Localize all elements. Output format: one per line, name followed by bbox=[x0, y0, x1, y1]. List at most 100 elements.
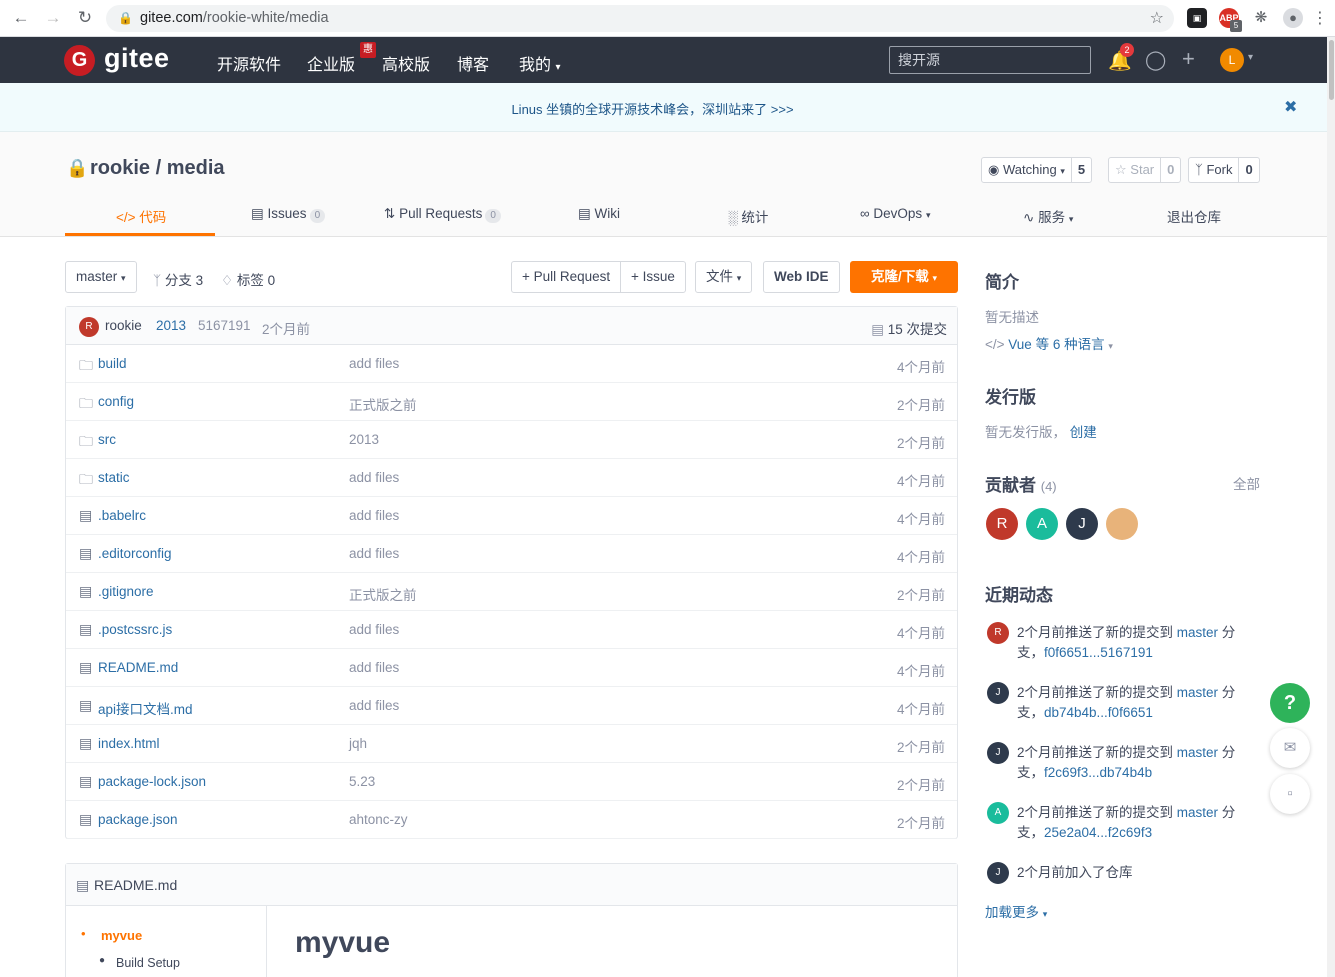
file-row[interactable]: 🗀 build add files 4个月前 bbox=[66, 345, 957, 383]
browser-menu-icon[interactable]: ⋮ bbox=[1312, 8, 1328, 28]
activity-commit-link[interactable]: 25e2a04...f2c69f3 bbox=[1044, 825, 1152, 840]
file-row[interactable]: ▤ .postcssrc.js add files 4个月前 bbox=[66, 611, 957, 649]
all-contributors-link[interactable]: 全部 bbox=[1233, 473, 1260, 493]
file-commit-message[interactable]: 5.23 bbox=[349, 774, 375, 789]
file-commit-message[interactable]: add files bbox=[349, 546, 399, 561]
file-commit-message[interactable]: add files bbox=[349, 698, 399, 713]
file-commit-message[interactable]: ahtonc-zy bbox=[349, 812, 408, 827]
new-pull-request-button[interactable]: + Pull Request bbox=[511, 261, 622, 293]
file-row[interactable]: 🗀 static add files 4个月前 bbox=[66, 459, 957, 497]
tab-issues[interactable]: ▤ Issues 0 bbox=[251, 206, 326, 223]
file-commit-message[interactable]: 正式版之前 bbox=[349, 584, 417, 604]
puzzle-extensions-icon[interactable]: ❋ bbox=[1251, 8, 1271, 28]
gitee-logo-icon[interactable]: G bbox=[64, 45, 95, 76]
file-commit-message[interactable]: add files bbox=[349, 470, 399, 485]
file-name[interactable]: .babelrc bbox=[98, 508, 146, 523]
bookmark-star-icon[interactable]: ☆ bbox=[1150, 8, 1164, 28]
create-release-link[interactable]: 创建 bbox=[1070, 425, 1097, 440]
watching-button[interactable]: ◉ Watching ▾ 5 bbox=[981, 157, 1093, 183]
help-button[interactable]: ? bbox=[1270, 683, 1310, 723]
commit-author-avatar[interactable]: R bbox=[79, 317, 99, 337]
file-name[interactable]: api接口文档.md bbox=[98, 698, 193, 718]
file-name[interactable]: README.md bbox=[98, 660, 178, 675]
activity-branch-link[interactable]: master bbox=[1177, 625, 1218, 640]
close-icon[interactable]: ✖ bbox=[1284, 97, 1297, 117]
tab-services[interactable]: ∿ 服务 ▾ bbox=[1023, 206, 1073, 226]
avatar-caret-icon[interactable]: ▾ bbox=[1248, 52, 1253, 63]
activity-avatar[interactable]: J bbox=[987, 682, 1009, 704]
plus-icon[interactable]: + bbox=[1182, 46, 1195, 72]
search-input[interactable]: 搜开源 bbox=[889, 46, 1091, 74]
scrollbar-thumb[interactable] bbox=[1329, 40, 1334, 100]
star-button[interactable]: ☆ Star 0 bbox=[1108, 157, 1182, 183]
file-row[interactable]: ▤ README.md add files 4个月前 bbox=[66, 649, 957, 687]
tags-link[interactable]: ♢ 标签 0 bbox=[221, 269, 275, 289]
file-name[interactable]: build bbox=[98, 356, 127, 371]
file-commit-message[interactable]: add files bbox=[349, 508, 399, 523]
nav-opensource[interactable]: 开源软件 bbox=[217, 51, 281, 75]
tab-devops[interactable]: ∞ DevOps ▾ bbox=[860, 206, 930, 221]
file-row[interactable]: 🗀 src 2013 2个月前 bbox=[66, 421, 957, 459]
file-menu-button[interactable]: 文件 ▾ bbox=[695, 261, 753, 293]
file-commit-message[interactable]: 2013 bbox=[349, 432, 379, 447]
nav-university[interactable]: 高校版 bbox=[382, 51, 430, 75]
address-bar[interactable]: 🔒 gitee.com/rookie-white/media ☆ bbox=[106, 5, 1174, 32]
activity-avatar[interactable]: J bbox=[987, 862, 1009, 884]
reload-icon[interactable]: ↻ bbox=[72, 6, 98, 30]
back-arrow-icon[interactable]: ← bbox=[8, 6, 34, 30]
file-row[interactable]: ▤ .babelrc add files 4个月前 bbox=[66, 497, 957, 535]
nav-blog[interactable]: 博客 bbox=[457, 51, 489, 75]
new-issue-button[interactable]: + Issue bbox=[620, 261, 686, 293]
scrollbar[interactable] bbox=[1327, 37, 1335, 977]
forward-arrow-icon[interactable]: → bbox=[40, 6, 66, 30]
file-row[interactable]: ▤ index.html jqh 2个月前 bbox=[66, 725, 957, 763]
activity-commit-link[interactable]: f2c69f3...db74b4b bbox=[1044, 765, 1152, 780]
language-info[interactable]: </> Vue 等 6 种语言 ▾ bbox=[985, 333, 1113, 353]
file-name[interactable]: .editorconfig bbox=[98, 546, 172, 561]
file-commit-message[interactable]: add files bbox=[349, 660, 399, 675]
contributor-avatar[interactable] bbox=[1106, 508, 1138, 540]
branch-select[interactable]: master ▾ bbox=[65, 261, 137, 293]
file-row[interactable]: ▤ package.json ahtonc-zy 2个月前 bbox=[66, 801, 957, 839]
toc-item-build-setup[interactable]: Build Setup bbox=[116, 956, 180, 970]
file-name[interactable]: src bbox=[98, 432, 116, 447]
fork-button[interactable]: ᛉ Fork 0 bbox=[1188, 157, 1260, 183]
activity-branch-link[interactable]: master bbox=[1177, 805, 1218, 820]
clone-download-button[interactable]: 克隆/下载 ▾ bbox=[850, 261, 958, 293]
tab-pull-requests[interactable]: ⇅ Pull Requests 0 bbox=[384, 206, 501, 223]
profile-icon[interactable]: ● bbox=[1283, 8, 1303, 28]
activity-commit-link[interactable]: f0f6651...5167191 bbox=[1044, 645, 1153, 660]
file-commit-message[interactable]: add files bbox=[349, 356, 399, 371]
file-row[interactable]: ▤ .editorconfig add files 4个月前 bbox=[66, 535, 957, 573]
tab-stats[interactable]: ░ 统计 bbox=[728, 206, 768, 226]
file-name[interactable]: .postcssrc.js bbox=[98, 622, 172, 637]
lightbulb-icon[interactable]: ◯ bbox=[1145, 49, 1166, 72]
contributor-avatar[interactable]: R bbox=[986, 508, 1018, 540]
gitee-logo-text[interactable]: gitee bbox=[104, 43, 170, 74]
activity-avatar[interactable]: R bbox=[987, 622, 1009, 644]
file-commit-message[interactable]: 正式版之前 bbox=[349, 394, 417, 414]
contributor-avatar[interactable]: A bbox=[1026, 508, 1058, 540]
tab-code[interactable]: </> 代码 bbox=[116, 206, 166, 226]
extension-icon[interactable]: ▣ bbox=[1187, 8, 1207, 28]
contributor-avatar[interactable]: J bbox=[1066, 508, 1098, 540]
nav-mine[interactable]: 我的 ▾ bbox=[519, 51, 561, 75]
tab-leave-repo[interactable]: 退出仓库 bbox=[1167, 206, 1221, 226]
file-name[interactable]: package-lock.json bbox=[98, 774, 206, 789]
file-name[interactable]: static bbox=[98, 470, 130, 485]
file-commit-message[interactable]: add files bbox=[349, 622, 399, 637]
load-more-link[interactable]: 加载更多 ▾ bbox=[985, 901, 1047, 921]
mail-icon[interactable]: ✉ bbox=[1270, 728, 1310, 768]
activity-avatar[interactable]: J bbox=[987, 742, 1009, 764]
toc-item-myvue[interactable]: myvue bbox=[101, 928, 142, 943]
file-name[interactable]: .gitignore bbox=[98, 584, 154, 599]
banner-link[interactable]: Linus 坐镇的全球开源技术峰会，深圳站来了 >>> bbox=[0, 99, 1305, 118]
file-name[interactable]: index.html bbox=[98, 736, 160, 751]
commit-message[interactable]: 2013 bbox=[156, 318, 186, 333]
activity-commit-link[interactable]: db74b4b...f0f6651 bbox=[1044, 705, 1153, 720]
tab-wiki[interactable]: ▤ Wiki bbox=[578, 206, 620, 222]
commit-hash[interactable]: 5167191 bbox=[198, 318, 251, 333]
chat-icon[interactable]: ▫ bbox=[1270, 774, 1310, 814]
commit-count-link[interactable]: ▤ 15 次提交 bbox=[871, 318, 947, 338]
commit-author[interactable]: rookie bbox=[105, 318, 142, 333]
